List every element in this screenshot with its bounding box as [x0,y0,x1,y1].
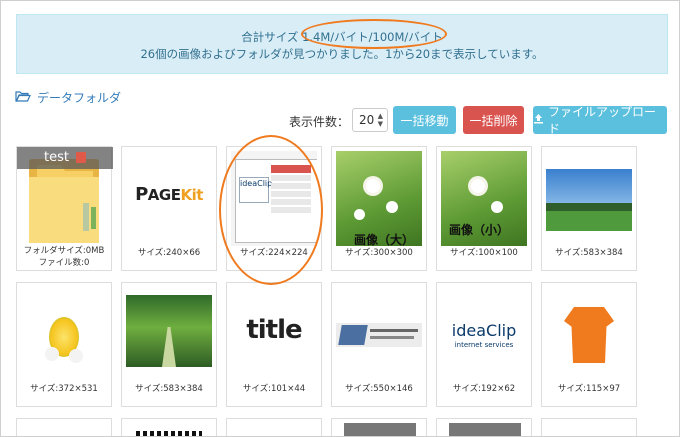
image-size-caption: サイズ:583×384 [135,384,203,394]
brand-logo: ideaClip [451,321,517,340]
total-size-label: 合計サイズ [241,30,303,44]
image-tile[interactable] [226,418,322,436]
image-overlay-label: 画像（大） [354,233,415,246]
brand-subtitle: internet services [454,341,514,349]
image-thumbnail: ideaClip [231,151,317,246]
image-tile[interactable] [121,418,217,436]
image-thumbnail [546,151,632,246]
breadcrumb[interactable]: データフォルダ [15,89,121,106]
page-size-value: 20 [359,113,375,127]
image-tile[interactable]: サイズ:583×384 [541,146,637,271]
logo-text-c: Kit [180,186,203,204]
image-size-caption: サイズ:550×146 [345,384,413,394]
bulk-move-button[interactable]: 一括移動 [393,106,456,134]
image-size-caption: サイズ:240×66 [137,248,201,258]
upload-icon [533,113,544,127]
image-tile[interactable]: サイズ:372×531 [16,282,112,407]
image-thumbnail: 画像（小） [441,151,527,246]
screenshot-brand: ideaClip [240,179,273,188]
trash-icon[interactable] [76,152,86,163]
image-tile[interactable]: title サイズ:101×44 [226,282,322,407]
image-size-caption: サイズ:224×224 [240,248,308,258]
image-size-caption: サイズ:115×97 [557,384,621,394]
bulk-delete-button[interactable]: 一括削除 [463,106,524,134]
qr-code-image [136,431,202,436]
image-tile[interactable] [331,418,427,436]
folder-name[interactable]: test [44,150,69,165]
image-size-caption: サイズ:100×100 [450,248,518,258]
page-size-select[interactable]: 20 ▲ ▼ [352,108,388,132]
image-size-caption: サイズ:372×531 [30,384,98,394]
breadcrumb-label[interactable]: データフォルダ [37,89,121,106]
shirt-image [564,307,614,363]
image-tile[interactable]: PAGEKit サイズ:240×66 [121,146,217,271]
page-frame: 合計サイズ 1.4M/バイト/100M/バイト 26個の画像およびフォルダが見つ… [0,0,680,437]
info-alert: 合計サイズ 1.4M/バイト/100M/バイト 26個の画像およびフォルダが見つ… [16,14,668,74]
image-tile[interactable]: サイズ:583×384 [121,282,217,407]
image-thumbnail: 画像（大） [336,151,422,246]
image-thumbnail: title [231,287,317,382]
image-tile[interactable]: 画像（小） サイズ:100×100 [436,146,532,271]
image-tile[interactable]: ideaClip internet services サイズ:192×62 [436,282,532,407]
image-tile[interactable]: サイズ:550×146 [331,282,427,407]
image-size-caption: サイズ:101×44 [242,384,306,394]
image-thumbnail [126,287,212,382]
folder-name-bar: test [17,147,113,169]
total-size-value: 1.4M/バイト/100M/バイト [302,30,443,44]
image-tile[interactable] [16,418,112,436]
folder-count-caption: ファイル数:0 [38,258,90,268]
file-upload-button[interactable]: ファイルアップロード [533,105,667,136]
image-thumbnail [336,287,422,382]
image-thumbnail [546,287,632,382]
title-word: title [246,315,302,345]
image-tile[interactable] [541,418,637,436]
image-size-caption: サイズ:300×300 [345,248,413,258]
page-size-label: 表示件数： [289,115,350,129]
total-size-line: 合計サイズ 1.4M/バイト/100M/バイト [17,29,667,45]
select-arrows-icon: ▲ ▼ [377,112,383,128]
image-tile[interactable]: サイズ:115×97 [541,282,637,407]
image-overlay-label: 画像（小） [449,223,510,237]
folder-open-icon [15,90,31,105]
image-tile[interactable]: 画像（大） サイズ:300×300 [331,146,427,271]
result-count-text: 26個の画像およびフォルダが見つかりました。1から20まで表示しています。 [140,47,544,61]
image-thumbnail [21,287,107,382]
image-size-caption: サイズ:583×384 [555,248,623,258]
image-tile[interactable] [436,418,532,436]
image-thumbnail: PAGEKit [126,151,212,246]
file-upload-label: ファイルアップロード [548,105,657,136]
logo-text-b: AGE [147,186,181,204]
image-size-caption: サイズ:192×62 [452,384,516,394]
logo-text-a: P [135,184,148,205]
toolbar: 表示件数： 20 ▲ ▼ 一括移動 一括削除 ファイルアップロード [1,105,679,136]
image-tile[interactable]: ideaClip サイズ:224×224 [226,146,322,271]
image-thumbnail: ideaClip internet services [441,287,527,382]
folder-size-caption: フォルダサイズ:0MB [23,246,105,256]
folder-tile[interactable]: test フォルダサイズ:0MB ファイル数:0 [16,146,113,271]
